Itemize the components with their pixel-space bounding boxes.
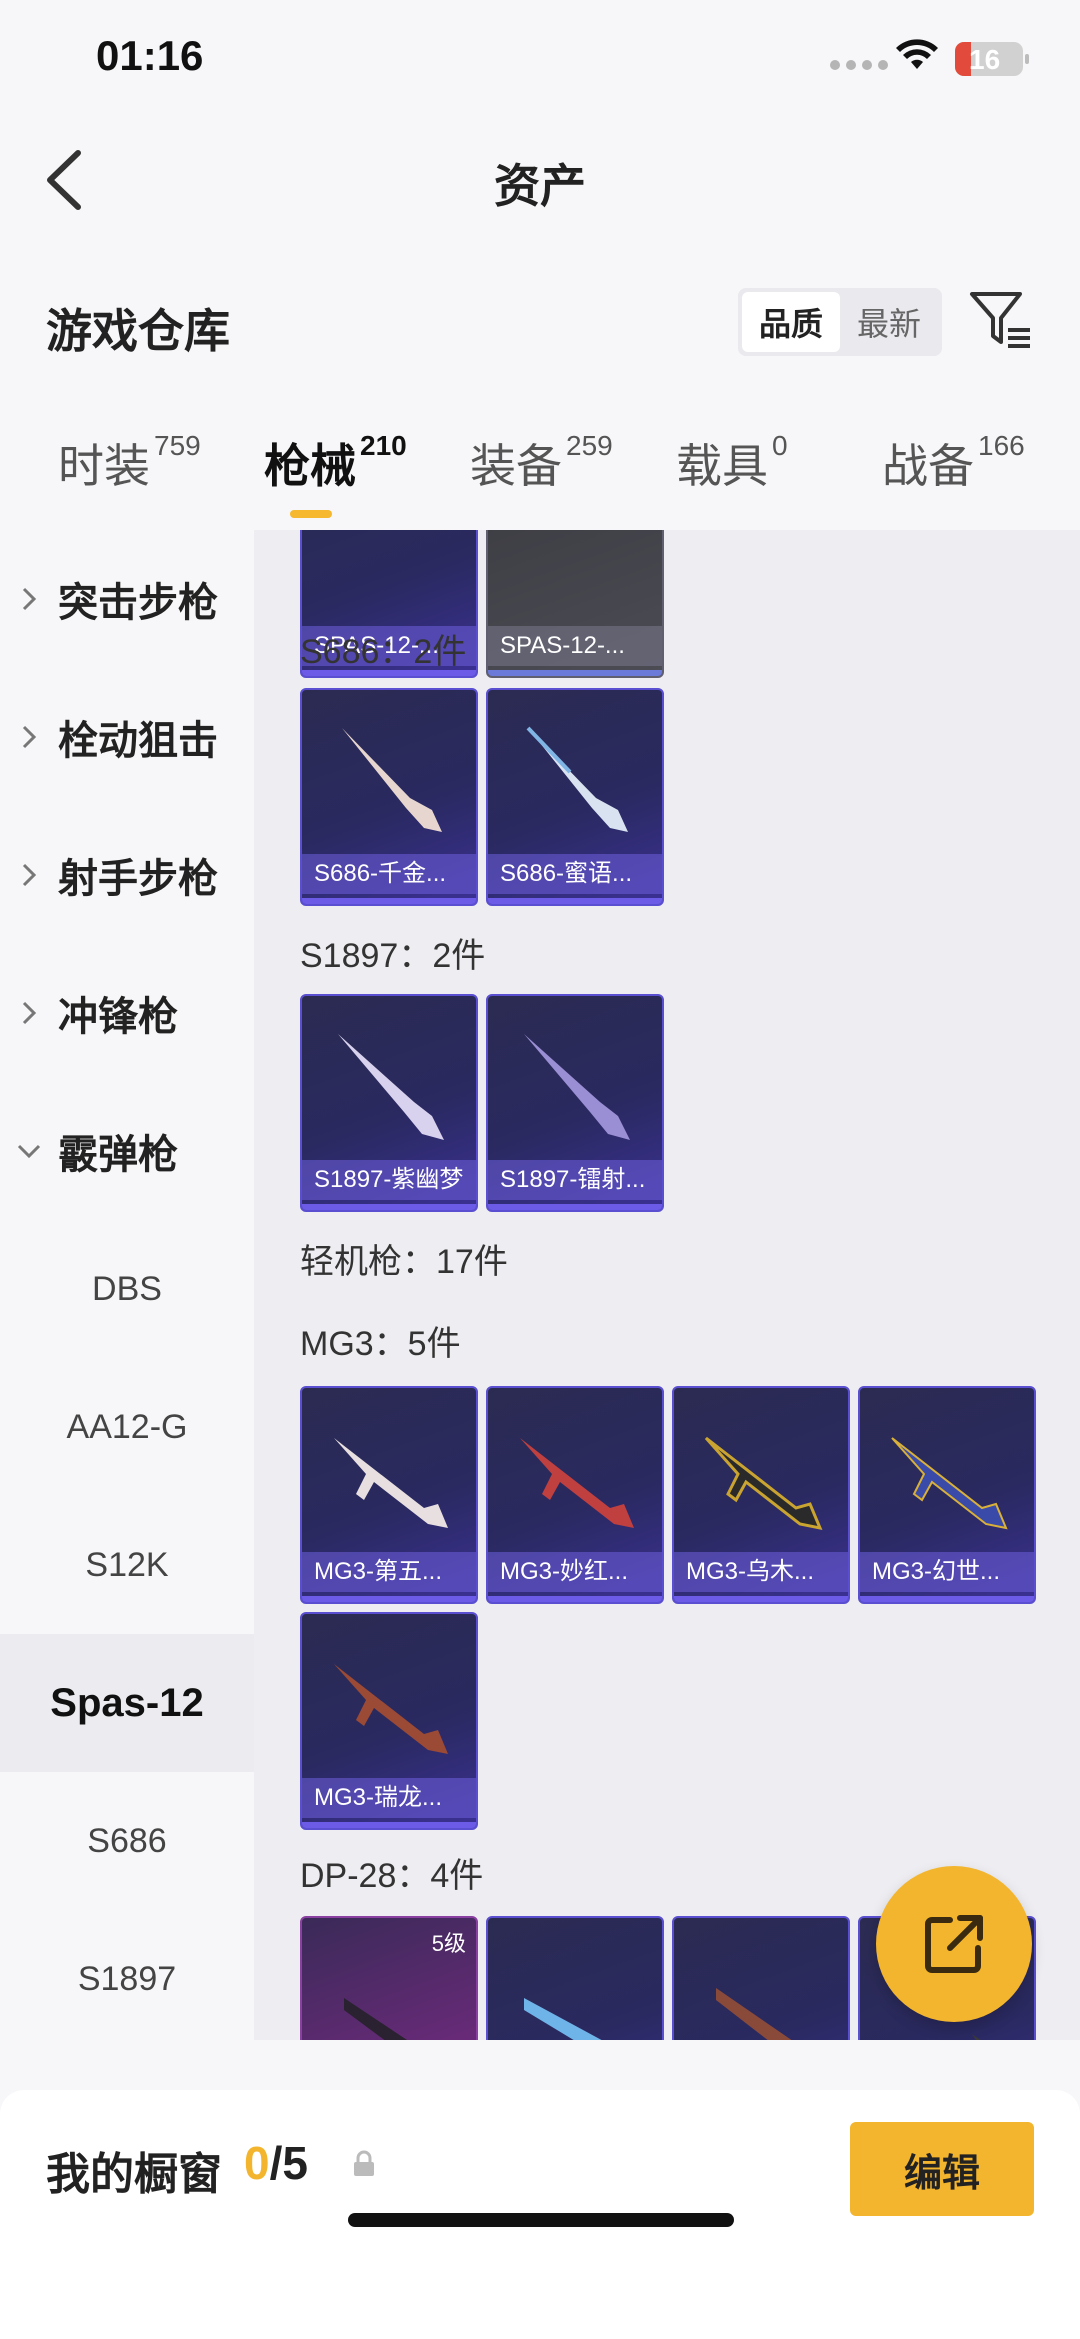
shotgun-icon bbox=[338, 1034, 444, 1140]
filter-icon[interactable] bbox=[968, 288, 1034, 354]
item-card[interactable]: MG3-第五... bbox=[300, 1386, 478, 1604]
sidebar-item-bolt-sniper[interactable]: 栓动狙击 bbox=[0, 668, 254, 806]
sidebar-item-smg[interactable]: 冲锋枪 bbox=[0, 944, 254, 1082]
item-card[interactable]: S1897-镭射... bbox=[486, 994, 664, 1212]
sidebar-subitem[interactable]: AA12-G bbox=[0, 1358, 254, 1496]
group-label: S686：2件 bbox=[300, 633, 467, 671]
showcase-count: 0/5 bbox=[244, 2137, 308, 2189]
home-indicator bbox=[348, 2213, 734, 2227]
machine-gun-icon bbox=[704, 1436, 823, 1531]
sidebar-subitem[interactable]: S12K bbox=[0, 1496, 254, 1634]
item-grid: SPAS-12-... SPAS-12-... S686：2件 S686-千金.… bbox=[254, 530, 1080, 2040]
sidebar-subitem[interactable]: S686 bbox=[0, 1772, 254, 1910]
showcase-label: 我的橱窗 bbox=[46, 2150, 222, 2199]
item-card[interactable]: S1897-紫幽梦 bbox=[300, 994, 478, 1212]
section-title: 游戏仓库 bbox=[46, 305, 230, 357]
shotgun-icon bbox=[342, 728, 442, 832]
item-card[interactable]: 5级 bbox=[300, 1916, 478, 2040]
signal-icon bbox=[830, 60, 888, 70]
item-card[interactable]: MG3-瑞龙... bbox=[300, 1612, 478, 1830]
chevron-right-icon bbox=[0, 586, 58, 612]
sidebar-item-assault-rifle[interactable]: 突击步枪 bbox=[0, 530, 254, 668]
share-icon bbox=[925, 1915, 983, 1973]
tab-guns[interactable]: 枪械 210 bbox=[264, 430, 407, 496]
item-card[interactable]: MG3-幻世... bbox=[858, 1386, 1036, 1604]
sidebar: 突击步枪 栓动狙击 射手步枪 冲锋枪 霰弹枪 DBS AA12-G S12K S… bbox=[0, 530, 254, 2040]
chevron-right-icon bbox=[0, 862, 58, 888]
group-label: 轻机枪：17件 bbox=[300, 1243, 508, 1281]
tab-equipment[interactable]: 装备 259 bbox=[470, 430, 613, 496]
edit-button[interactable]: 编辑 bbox=[850, 2122, 1034, 2216]
machine-gun-icon bbox=[524, 1998, 602, 2040]
sort-option-quality[interactable]: 品质 bbox=[742, 292, 840, 352]
sidebar-subitem[interactable]: S1897 bbox=[0, 1910, 254, 2048]
sidebar-item-shotgun[interactable]: 霰弹枪 bbox=[0, 1082, 254, 1220]
shotgun-icon bbox=[526, 726, 628, 832]
lock-icon bbox=[354, 2150, 374, 2176]
status-time: 01:16 bbox=[96, 32, 204, 79]
chevron-right-icon bbox=[0, 1000, 58, 1026]
battery-indicator: 16 bbox=[955, 42, 1029, 76]
item-card[interactable]: S686-蜜语... bbox=[486, 688, 664, 906]
machine-gun-icon bbox=[334, 1664, 448, 1754]
item-card[interactable]: SPAS-12-... bbox=[486, 530, 664, 678]
sidebar-item-marksman-rifle[interactable]: 射手步枪 bbox=[0, 806, 254, 944]
wifi-icon bbox=[896, 39, 938, 69]
item-card[interactable]: MG3-妙红... bbox=[486, 1386, 664, 1604]
category-tabs: 时装 759 枪械 210 装备 259 载具 0 战备 166 bbox=[0, 430, 1080, 525]
shotgun-icon bbox=[524, 1034, 630, 1140]
machine-gun-icon bbox=[334, 1438, 448, 1528]
tab-supplies[interactable]: 战备 166 bbox=[882, 430, 1025, 496]
group-label: S1897：2件 bbox=[300, 937, 486, 975]
item-card[interactable] bbox=[672, 1916, 850, 2040]
share-button[interactable] bbox=[876, 1866, 1032, 2022]
machine-gun-icon bbox=[716, 1988, 792, 2040]
tab-vehicles[interactable]: 载具 0 bbox=[676, 430, 788, 496]
sidebar-subitem-selected[interactable]: Spas-12 bbox=[0, 1634, 254, 1772]
page-title: 资产 bbox=[494, 160, 586, 212]
tab-fashion[interactable]: 时装 759 bbox=[58, 430, 201, 496]
chevron-down-icon bbox=[0, 1142, 58, 1160]
machine-gun-icon bbox=[344, 1998, 407, 2040]
item-card[interactable] bbox=[486, 1916, 664, 2040]
machine-gun-icon bbox=[891, 1437, 1008, 1530]
group-label: MG3：5件 bbox=[300, 1325, 461, 1363]
sidebar-subitem[interactable]: DBS bbox=[0, 1220, 254, 1358]
item-card[interactable]: S686-千金... bbox=[300, 688, 478, 906]
item-card[interactable]: MG3-乌木... bbox=[672, 1386, 850, 1604]
group-label: DP-28：4件 bbox=[300, 1857, 484, 1895]
sort-switch[interactable]: 品质 最新 bbox=[738, 288, 942, 356]
active-tab-indicator bbox=[290, 510, 332, 518]
status-bar: 01:16 16 bbox=[0, 0, 1080, 120]
sort-option-newest[interactable]: 最新 bbox=[840, 292, 938, 352]
battery-level: 16 bbox=[969, 44, 1001, 75]
machine-gun-icon bbox=[520, 1438, 634, 1528]
chevron-right-icon bbox=[0, 724, 58, 750]
